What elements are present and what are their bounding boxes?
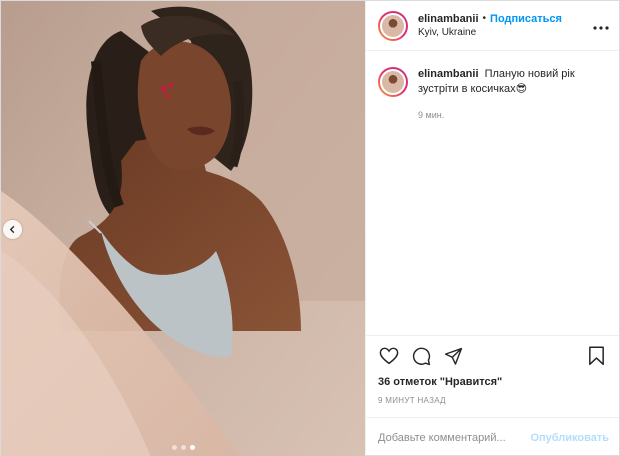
comment-button[interactable]	[410, 345, 432, 367]
location-link[interactable]: Kyiv, Ukraine	[418, 26, 562, 40]
post-media	[1, 1, 365, 456]
bookmark-icon	[588, 346, 604, 366]
caption-comment: elinambanii Планую новий рік зустріти в …	[378, 67, 607, 123]
avatar[interactable]	[378, 10, 408, 41]
share-button[interactable]	[442, 345, 464, 367]
save-button[interactable]	[585, 345, 607, 367]
likes-count[interactable]: 36 отметок "Нравится"	[378, 376, 607, 388]
add-comment-form: Опубликовать	[366, 417, 619, 456]
post-header: elinambanii • Подписаться Kyiv, Ukraine	[366, 1, 619, 51]
slide-dot	[180, 445, 186, 450]
chevron-left-icon	[9, 225, 15, 234]
slide-indicator	[1, 445, 365, 450]
slide-dot-active	[189, 445, 195, 450]
comment-icon	[412, 347, 430, 365]
publish-button[interactable]: Опубликовать	[530, 432, 609, 444]
post-timestamp[interactable]: 9 МИНУТ НАЗАД	[378, 396, 607, 405]
like-button[interactable]	[378, 345, 400, 367]
comment-input[interactable]	[378, 431, 531, 444]
post-actions: 36 отметок "Нравится" 9 МИНУТ НАЗАД	[366, 335, 619, 405]
share-icon	[444, 347, 462, 365]
previous-slide-button[interactable]	[3, 220, 22, 239]
separator-dot: •	[482, 12, 487, 24]
instagram-post: elinambanii • Подписаться Kyiv, Ukraine …	[0, 0, 620, 456]
comments-section: elinambanii Планую новий рік зустріти в …	[366, 51, 619, 335]
post-sidebar: elinambanii • Подписаться Kyiv, Ukraine …	[365, 1, 619, 456]
username-link[interactable]: elinambanii	[418, 12, 479, 26]
more-options-button[interactable]	[593, 18, 609, 32]
slide-dot	[171, 445, 177, 450]
follow-button[interactable]: Подписаться	[490, 12, 562, 26]
more-horizontal-icon	[593, 26, 609, 30]
avatar[interactable]	[378, 67, 408, 97]
caption-username[interactable]: elinambanii	[418, 68, 479, 80]
post-photo	[1, 1, 365, 456]
heart-icon	[379, 347, 399, 365]
caption-time[interactable]: 9 мин.	[418, 108, 607, 123]
